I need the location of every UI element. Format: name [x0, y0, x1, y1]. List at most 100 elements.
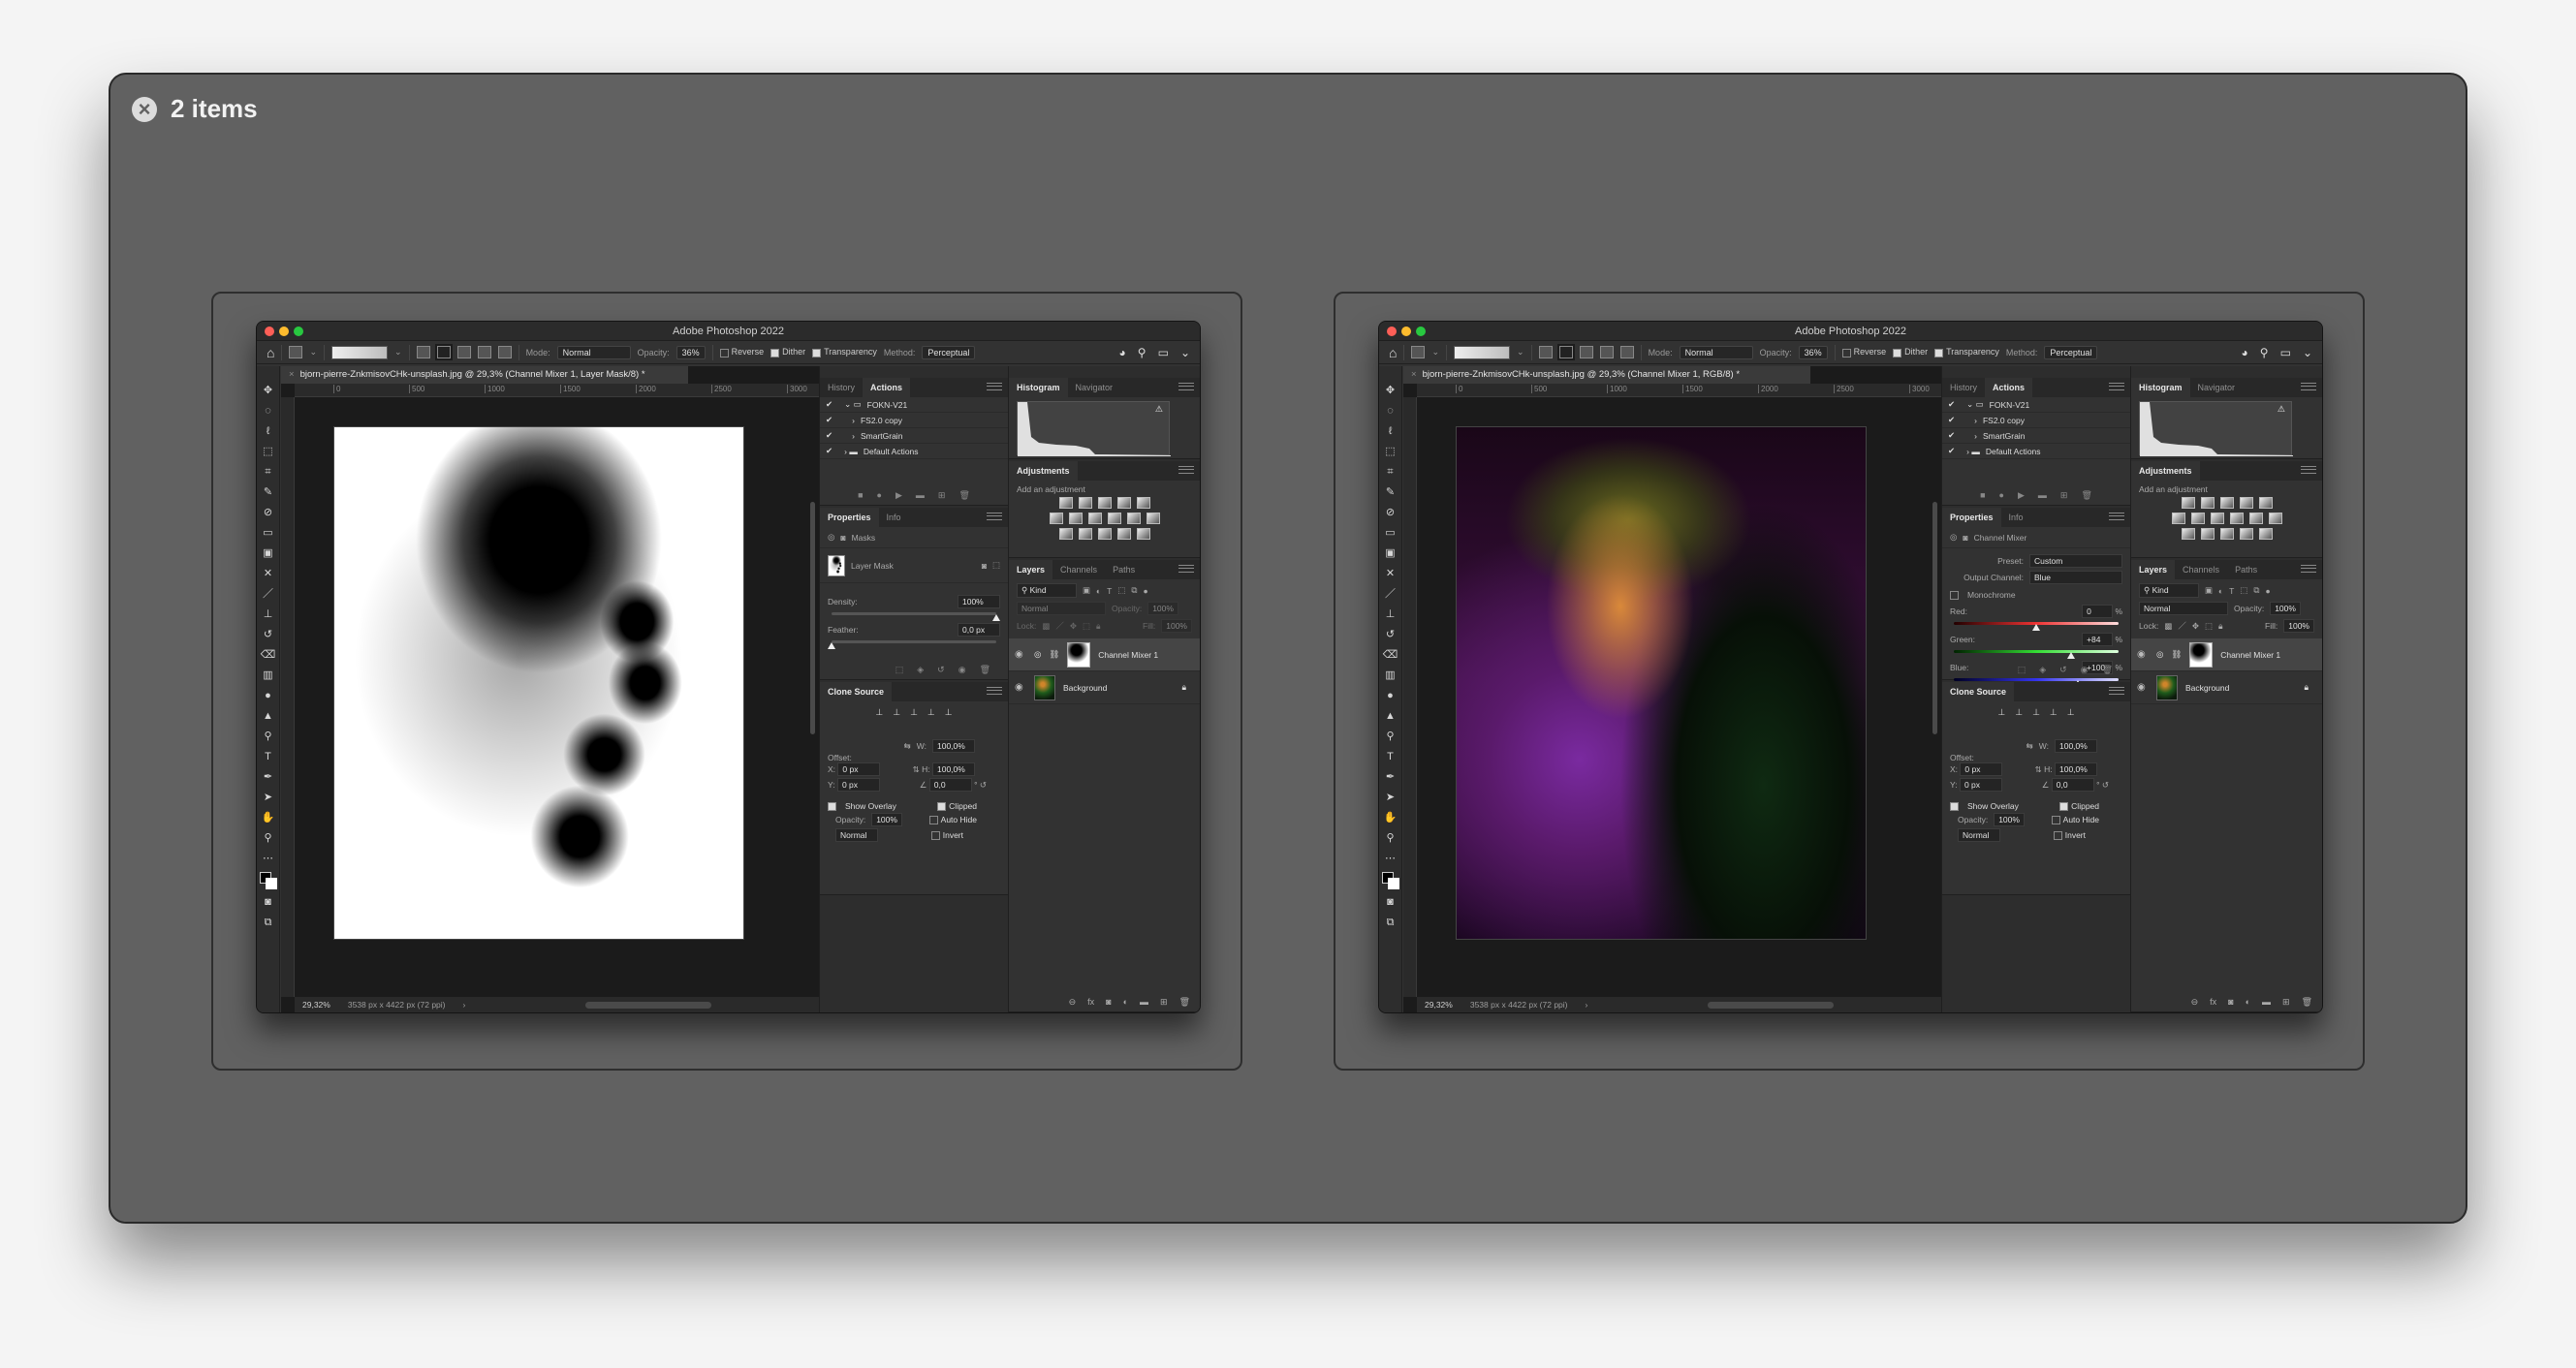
- panel-menu-icon[interactable]: [987, 383, 1002, 390]
- adjustment-icon[interactable]: [2200, 528, 2215, 540]
- panel-tab[interactable]: Properties: [820, 508, 879, 527]
- mask-icon[interactable]: ◙: [840, 533, 845, 543]
- clone-width-field[interactable]: 100,0%: [2055, 739, 2097, 753]
- output-channel-select[interactable]: Blue: [2029, 571, 2122, 584]
- overlay-opacity-field[interactable]: 100%: [871, 813, 902, 827]
- action-row[interactable]: ✔ › ▬ Default Actions: [1942, 444, 2130, 459]
- more-tools-icon[interactable]: ⋯: [263, 852, 273, 866]
- action-row[interactable]: ✔ › ▬ Default Actions: [820, 444, 1008, 459]
- hand-tool-icon[interactable]: ✋: [1384, 811, 1398, 825]
- filter-pixel-icon[interactable]: ▣: [1083, 585, 1090, 596]
- adjustment-icon[interactable]: [1107, 513, 1121, 524]
- panel-tab[interactable]: Paths: [1105, 560, 1143, 579]
- clip-to-layer-icon[interactable]: ⬚: [895, 665, 904, 675]
- density-slider[interactable]: [832, 612, 1000, 621]
- action-row[interactable]: ✔ › FS2.0 copy: [1942, 413, 2130, 428]
- close-tab-icon[interactable]: ×: [289, 369, 295, 380]
- channel-slider[interactable]: [1954, 678, 2119, 687]
- brush-tool-icon[interactable]: ／: [1385, 587, 1396, 602]
- layer-filter-select[interactable]: ⚲ Kind: [2139, 583, 2199, 598]
- vertical-scrollbar[interactable]: [810, 502, 815, 734]
- channel-slider[interactable]: [1954, 650, 2119, 659]
- blend-mode-select[interactable]: Normal: [1017, 602, 1106, 615]
- lasso-tool-icon[interactable]: ℓ: [267, 424, 270, 439]
- patch-tool-icon[interactable]: ▭: [1385, 526, 1395, 541]
- fx-icon[interactable]: fx: [1087, 997, 1094, 1008]
- adjustment-icon[interactable]: [2200, 497, 2215, 509]
- visibility-eye-icon[interactable]: ◉: [1015, 682, 1026, 693]
- object-select-icon[interactable]: ⬚: [263, 445, 272, 459]
- visibility-eye-icon[interactable]: ◉: [2137, 682, 2149, 693]
- slider-knob[interactable]: [828, 642, 835, 649]
- adjustment-icon[interactable]: [2268, 513, 2282, 524]
- angle-gradient-button[interactable]: [1579, 346, 1593, 358]
- gradient-preset-icon[interactable]: [289, 346, 303, 358]
- view-previous-icon[interactable]: ◈: [2039, 665, 2046, 675]
- clone-source-stamp-icon[interactable]: ⊥: [2032, 707, 2040, 718]
- history-brush-icon[interactable]: ↺: [264, 628, 272, 642]
- clipped-checkbox[interactable]: [937, 802, 947, 812]
- panel-menu-icon[interactable]: [987, 513, 1002, 520]
- filter-adjustment-icon[interactable]: ◐: [2218, 586, 2223, 596]
- transparency-checkbox[interactable]: [812, 348, 822, 358]
- eyedropper-icon[interactable]: ✎: [264, 485, 272, 500]
- status-chevron-icon[interactable]: ›: [463, 997, 466, 1012]
- layer-opacity-field[interactable]: 100%: [2270, 602, 2301, 615]
- vector-mask-icon[interactable]: ⬚: [992, 560, 1000, 571]
- screen-mode-icon[interactable]: ⧉: [265, 916, 272, 930]
- layer-row[interactable]: ◉ ◎ ⛓ Channel Mixer 1: [1009, 638, 1200, 671]
- panel-tab[interactable]: Histogram: [2131, 378, 2190, 397]
- adjustment-layer-icon[interactable]: ◎: [828, 532, 834, 543]
- layer-mask-canvas[interactable]: [333, 426, 744, 940]
- lock-artboard-icon[interactable]: ⬚: [2205, 621, 2213, 632]
- flip-horizontal-icon[interactable]: ⇆: [2026, 741, 2033, 752]
- warning-icon[interactable]: ⚠: [1155, 404, 1163, 415]
- move-tool-icon[interactable]: ✥: [264, 384, 272, 398]
- new-group-icon[interactable]: ▬: [2262, 997, 2271, 1008]
- radial-gradient-button[interactable]: [434, 344, 453, 360]
- adjustment-layer-icon[interactable]: ◎: [1950, 532, 1957, 543]
- type-tool-icon[interactable]: T: [1387, 750, 1394, 764]
- eraser-tool-icon[interactable]: ⌫: [1383, 648, 1398, 663]
- play-icon[interactable]: ▶: [895, 490, 902, 501]
- lock-all-icon[interactable]: 🔒︎: [2218, 621, 2223, 632]
- record-icon[interactable]: ●: [877, 490, 882, 501]
- trash-icon[interactable]: 🗑︎: [2081, 490, 2091, 501]
- reflected-gradient-button[interactable]: [1599, 346, 1614, 358]
- clone-source-stamp-icon[interactable]: ⊥: [945, 707, 953, 718]
- lock-position-icon[interactable]: ✥: [2192, 621, 2199, 632]
- quick-mask-icon[interactable]: ◙: [265, 895, 271, 910]
- workspace-icon[interactable]: ▭: [2280, 346, 2291, 359]
- move-tool-icon[interactable]: ✥: [1386, 384, 1395, 398]
- layer-mask-thumbnail[interactable]: [1067, 641, 1091, 668]
- adjustment-icon[interactable]: [2219, 528, 2234, 540]
- panel-tab[interactable]: Histogram: [1009, 378, 1068, 397]
- clipped-checkbox[interactable]: [2059, 802, 2069, 812]
- chevron-down-icon[interactable]: ⌄: [1431, 347, 1439, 358]
- layer-mask-thumbnail[interactable]: [2189, 641, 2214, 668]
- panel-menu-icon[interactable]: [1178, 466, 1194, 474]
- item-thumbnail-2[interactable]: Adobe Photoshop 2022 ⌂ ⌄ ⌄ Mode: Normal …: [1334, 292, 2365, 1071]
- filter-smart-icon[interactable]: ⧉: [2253, 585, 2259, 596]
- action-row[interactable]: ✔ › FS2.0 copy: [820, 413, 1008, 428]
- adjustment-icon[interactable]: [1136, 497, 1150, 509]
- feather-field[interactable]: 0,0 px: [958, 623, 1000, 637]
- lock-position-icon[interactable]: ✥: [1070, 621, 1077, 632]
- diamond-gradient-button[interactable]: [497, 346, 512, 358]
- layer-filter-select[interactable]: ⚲ Kind: [1017, 583, 1077, 598]
- panel-tab[interactable]: Clone Source: [820, 682, 893, 701]
- slider-knob[interactable]: [2066, 652, 2075, 659]
- filter-pixel-icon[interactable]: ▣: [2205, 585, 2213, 596]
- reflected-gradient-button[interactable]: [477, 346, 491, 358]
- adjustment-icon[interactable]: [1078, 497, 1092, 509]
- background-color[interactable]: [1387, 878, 1399, 889]
- panel-tab[interactable]: Channels: [2175, 560, 2227, 579]
- zoom-level[interactable]: 29,32%: [302, 997, 330, 1012]
- horizontal-scrollbar[interactable]: [1708, 1002, 1834, 1009]
- offset-x-field[interactable]: 0 px: [837, 762, 881, 776]
- radial-gradient-button[interactable]: [1556, 344, 1575, 360]
- blend-mode-select[interactable]: Normal: [2139, 602, 2228, 615]
- action-row[interactable]: ✔ ⌄ ▭ FOKN-V21: [1942, 397, 2130, 413]
- clone-source-stamp-icon[interactable]: ⊥: [2015, 707, 2023, 718]
- reset-icon[interactable]: ↺: [937, 665, 945, 675]
